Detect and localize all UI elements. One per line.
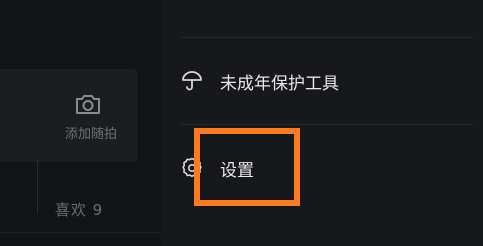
likes-tab[interactable]: 喜欢 9 (34, 199, 124, 220)
divider (181, 124, 473, 125)
side-drawer: 卡务 未成年保护工具 设置 (161, 0, 483, 246)
umbrella-icon (181, 70, 203, 92)
highlight-box (194, 128, 300, 206)
menu-item-label: 卡务 (220, 0, 254, 3)
menu-item-label: 未成年保护工具 (220, 74, 339, 94)
menu-item-minor-protection[interactable]: 未成年保护工具 (161, 58, 483, 104)
tab-divider (0, 232, 161, 233)
media-card (0, 69, 138, 214)
divider (181, 37, 473, 38)
profile-pane: 添加随拍 喜欢 9 (0, 0, 161, 246)
menu-item-partial[interactable]: 卡务 (161, 0, 483, 20)
add-photo-label[interactable]: 添加随拍 (56, 123, 126, 142)
camera-icon[interactable] (74, 92, 102, 116)
